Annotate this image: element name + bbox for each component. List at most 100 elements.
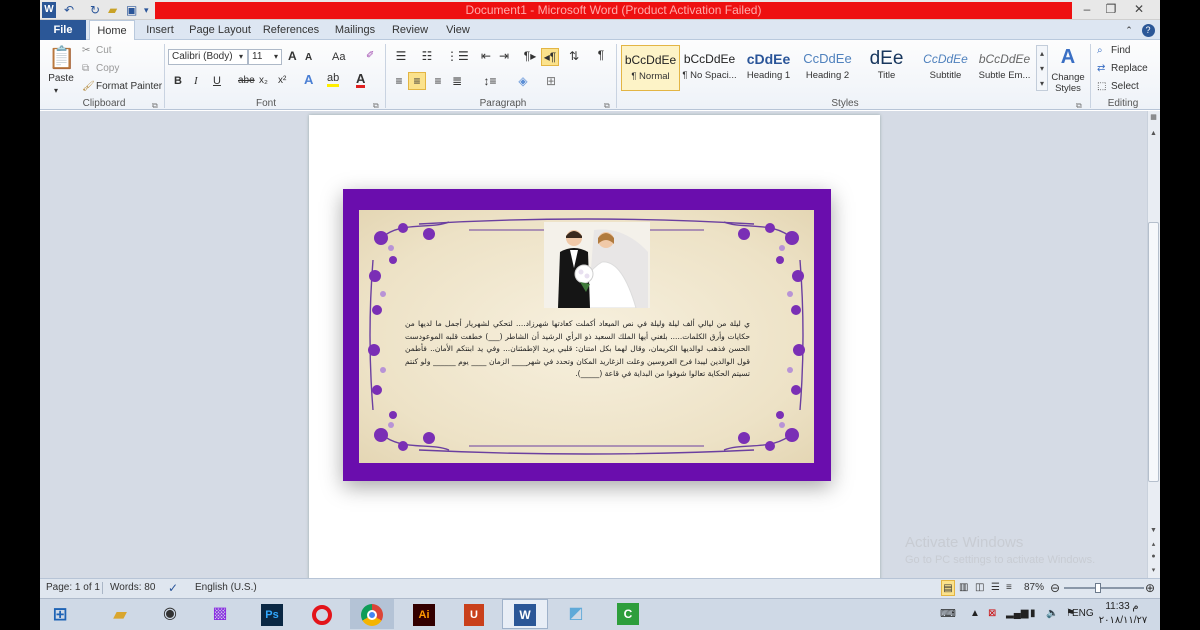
close-button[interactable]: ✕ [1122, 0, 1156, 18]
outline-view-icon[interactable]: ☰ [991, 578, 1000, 598]
scroll-up-icon[interactable]: ▲ [1148, 130, 1159, 140]
align-left-icon[interactable]: ≡ [391, 73, 407, 89]
find-icon[interactable]: ⌕ [1097, 44, 1103, 58]
cut-button[interactable]: Cut [96, 44, 112, 58]
change-styles-icon[interactable]: A [1056, 44, 1080, 70]
redo-icon[interactable]: ↻ [90, 2, 104, 18]
tab-insert[interactable]: Insert [140, 20, 180, 40]
copy-icon[interactable]: ⧉ [82, 62, 89, 76]
show-formatting-button[interactable]: ¶ [594, 47, 608, 63]
pdf-app-icon[interactable]: U [452, 599, 496, 629]
clear-formatting-icon[interactable]: ✐ [366, 49, 374, 63]
camtasia-icon[interactable]: C [606, 599, 650, 629]
clock-time[interactable]: 11:33 م [1100, 601, 1144, 614]
shading-icon[interactable]: ◈ [514, 73, 532, 89]
restore-button[interactable]: ❐ [1098, 0, 1124, 18]
undo-icon[interactable]: ↶ [64, 2, 78, 18]
bold-button[interactable]: B [174, 74, 182, 88]
find-button[interactable]: Find [1111, 44, 1130, 58]
style-normal[interactable]: bCcDdEe ¶ Normal [621, 45, 680, 91]
opera-icon[interactable] [300, 599, 344, 629]
zoom-in-icon[interactable]: ⊕ [1145, 578, 1155, 598]
save-icon[interactable]: ▣ [126, 2, 140, 18]
sort-icon[interactable]: ⇅ [566, 48, 582, 64]
chrome-icon[interactable] [350, 599, 394, 629]
draft-view-icon[interactable]: ≡ [1006, 578, 1012, 598]
notes-app-icon[interactable]: ◩ [554, 599, 598, 629]
tab-mailings[interactable]: Mailings [328, 20, 382, 40]
signal-icon[interactable]: ▂▄▆ [1006, 598, 1028, 630]
winrar-icon[interactable]: ▩ [198, 599, 242, 629]
style-title[interactable]: dEe Title [857, 45, 916, 91]
font-name-dropdown-icon[interactable]: ▾ [239, 50, 243, 64]
paste-button[interactable]: Paste [47, 72, 75, 86]
grow-font-button[interactable]: A [288, 49, 297, 63]
font-color-icon[interactable]: A [356, 72, 366, 88]
cut-icon[interactable]: ✂ [82, 44, 90, 58]
numbering-icon[interactable]: ☷ [418, 48, 436, 64]
tab-file[interactable]: File [40, 20, 86, 40]
minimize-ribbon-icon[interactable]: ⌃ [1122, 20, 1136, 40]
proofing-icon[interactable]: ✓ [168, 578, 178, 598]
select-icon[interactable]: ⬚ [1097, 80, 1106, 94]
word-taskbar-icon[interactable]: W [502, 599, 548, 629]
change-case-button[interactable]: Aa [332, 50, 345, 64]
browse-object-icon[interactable]: ● [1148, 553, 1159, 563]
web-layout-icon[interactable]: ◫ [975, 578, 984, 598]
shrink-font-button[interactable]: A [305, 51, 312, 65]
battery-icon[interactable]: ▮ [1030, 598, 1036, 630]
photoshop-icon[interactable]: Ps [250, 599, 294, 629]
style-no-spacing[interactable]: bCcDdEe ¶ No Spaci... [680, 45, 739, 91]
italic-button[interactable]: I [194, 74, 198, 88]
eye-app-icon[interactable]: ◉ [148, 599, 192, 629]
qat-customize-icon[interactable]: ▾ [144, 2, 154, 18]
select-button[interactable]: Select [1111, 80, 1139, 94]
scrollbar-thumb[interactable] [1148, 222, 1159, 482]
align-center-icon[interactable]: ≡ [408, 72, 426, 90]
clock-date[interactable]: ٢٠١٨/١١/٢٧ [1098, 615, 1148, 628]
format-painter-icon[interactable]: 🖌 [82, 80, 95, 94]
show-hidden-icons-icon[interactable]: ▲ [970, 598, 980, 630]
print-layout-icon[interactable]: ▤ [941, 580, 955, 596]
font-size-dropdown-icon[interactable]: ▾ [274, 50, 278, 64]
tab-review[interactable]: Review [388, 20, 432, 40]
illustrator-icon[interactable]: Ai [402, 599, 446, 629]
tab-view[interactable]: View [438, 20, 478, 40]
superscript-button[interactable]: x² [278, 74, 286, 88]
increase-indent-icon[interactable]: ⇥ [496, 48, 512, 64]
open-folder-icon[interactable]: ▰ [108, 2, 122, 18]
paste-dropdown-icon[interactable]: ▾ [54, 84, 58, 98]
strikethrough-button[interactable]: abe [238, 74, 255, 88]
language-bar[interactable]: ENG [1072, 598, 1094, 630]
zoom-slider-track[interactable] [1064, 587, 1144, 589]
language-indicator[interactable]: English (U.S.) [195, 578, 257, 598]
tab-home[interactable]: Home [89, 20, 135, 41]
replace-button[interactable]: Replace [1111, 62, 1148, 76]
bullets-icon[interactable]: ☰ [392, 48, 410, 64]
paste-icon[interactable]: 📋 [48, 44, 75, 72]
tab-references[interactable]: References [260, 20, 322, 40]
word-count[interactable]: Words: 80 [110, 578, 155, 598]
replace-icon[interactable]: ⇄ [1097, 62, 1105, 76]
volume-icon[interactable]: 🔈 [1046, 598, 1058, 630]
styles-scroll-icon[interactable]: ▴ ▾ ▾ [1036, 45, 1048, 91]
change-styles-button[interactable]: Change Styles [1048, 72, 1088, 94]
underline-button[interactable]: U [213, 74, 221, 88]
style-heading-2[interactable]: CcDdEe Heading 2 [798, 45, 857, 91]
windows-start-icon[interactable]: ⊞ [40, 599, 80, 629]
scroll-down-icon[interactable]: ▼ [1148, 527, 1159, 537]
network-warning-icon[interactable]: ⊠ [988, 598, 996, 630]
style-heading-1[interactable]: cDdEe Heading 1 [739, 45, 798, 91]
help-icon[interactable]: ? [1140, 20, 1156, 40]
justify-icon[interactable]: ≣ [449, 73, 465, 89]
style-subtle-emphasis[interactable]: bCcDdEe Subtle Em... [975, 45, 1034, 91]
ruler-toggle-icon[interactable]: ▦ [1148, 113, 1159, 125]
ltr-direction-icon[interactable]: ¶▸ [522, 48, 538, 64]
highlight-color-icon[interactable]: ab [327, 73, 340, 87]
minimize-button[interactable]: – [1074, 0, 1100, 18]
on-screen-keyboard-icon[interactable]: ⌨ [935, 598, 961, 630]
decrease-indent-icon[interactable]: ⇤ [478, 48, 494, 64]
full-screen-reading-icon[interactable]: ▥ [959, 578, 968, 598]
zoom-slider-thumb[interactable] [1095, 583, 1102, 593]
rtl-direction-icon[interactable]: ◂¶ [541, 48, 559, 66]
